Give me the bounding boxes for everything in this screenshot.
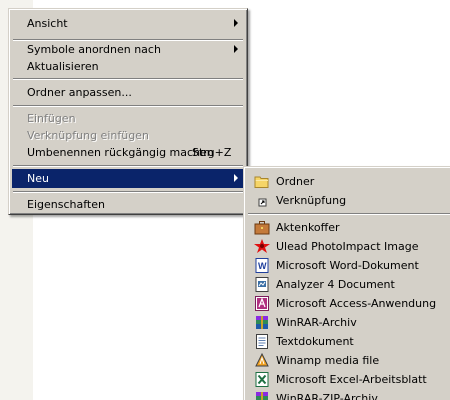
menu-separator — [13, 105, 243, 107]
menu-separator — [13, 78, 243, 80]
briefcase-icon — [254, 221, 270, 235]
folder-icon — [254, 176, 269, 188]
text-document-icon — [256, 334, 268, 349]
svg-text:W: W — [258, 261, 267, 271]
submenu-item-winrar-zip[interactable]: WinRAR-ZIP-Archiv — [247, 389, 450, 400]
menu-item-aktualisieren[interactable]: Aktualisieren — [12, 57, 244, 76]
submenu-item-label: Analyzer 4 Document — [276, 278, 395, 291]
menu-item-label: Symbole anordnen nach — [27, 43, 161, 56]
submenu-item-ordner[interactable]: Ordner — [247, 172, 450, 191]
submenu-item-label: Ordner — [276, 175, 315, 188]
screen: Ansicht Symbole anordnen nach Aktualisie… — [0, 0, 450, 400]
submenu-item-winamp-media[interactable]: Winamp media file — [247, 351, 450, 370]
new-submenu: Ordner Verknüpfung Aktenkoffer Ulead Pho… — [243, 166, 450, 400]
submenu-item-analyzer-document[interactable]: Analyzer 4 Document — [247, 275, 450, 294]
submenu-item-label: Microsoft Word-Dokument — [276, 259, 419, 272]
menu-item-umbenennen-rueckgaengig[interactable]: Umbenennen rückgängig machen Strg+Z — [12, 143, 244, 162]
access-icon — [255, 296, 269, 311]
submenu-item-winrar-archiv[interactable]: WinRAR-Archiv — [247, 313, 450, 332]
menu-item-neu[interactable]: Neu — [12, 169, 244, 188]
menu-item-label: Einfügen — [27, 112, 76, 125]
menu-separator — [13, 165, 243, 167]
submenu-item-label: WinRAR-ZIP-Archiv — [276, 392, 378, 400]
submenu-item-label: Winamp media file — [276, 354, 380, 367]
menu-item-label: Verknüpfung einfügen — [27, 129, 149, 142]
menu-item-eigenschaften[interactable]: Eigenschaften — [12, 195, 244, 214]
submenu-arrow-icon — [234, 19, 238, 27]
menu-item-label: Neu — [27, 172, 49, 185]
shortcut-icon — [258, 198, 267, 207]
menu-item-ansicht[interactable]: Ansicht — [12, 14, 244, 33]
submenu-item-access-anwendung[interactable]: Microsoft Access-Anwendung — [247, 294, 450, 313]
submenu-item-label: Ulead PhotoImpact Image — [276, 240, 419, 253]
submenu-item-label: Aktenkoffer — [276, 221, 340, 234]
submenu-arrow-icon — [234, 45, 238, 53]
submenu-item-ulead-photoimpact[interactable]: Ulead PhotoImpact Image — [247, 237, 450, 256]
submenu-item-excel-arbeitsblatt[interactable]: Microsoft Excel-Arbeitsblatt — [247, 370, 450, 389]
submenu-arrow-icon — [234, 174, 238, 182]
menu-item-label: Ordner anpassen... — [27, 86, 132, 99]
menu-item-label: Eigenschaften — [27, 198, 105, 211]
menu-item-label: Ansicht — [27, 17, 68, 30]
word-document-icon: W — [255, 258, 269, 273]
submenu-item-label: Microsoft Excel-Arbeitsblatt — [276, 373, 427, 386]
submenu-item-label: Microsoft Access-Anwendung — [276, 297, 437, 310]
excel-icon — [255, 372, 269, 387]
submenu-item-aktenkoffer[interactable]: Aktenkoffer — [247, 218, 450, 237]
submenu-item-label: WinRAR-Archiv — [276, 316, 357, 329]
shortcut-text: Strg+Z — [192, 146, 232, 159]
submenu-item-label: Textdokument — [276, 335, 354, 348]
menu-item-label: Aktualisieren — [27, 60, 99, 73]
submenu-item-word-dokument[interactable]: W Microsoft Word-Dokument — [247, 256, 450, 275]
desktop-context-menu: Ansicht Symbole anordnen nach Aktualisie… — [8, 8, 248, 215]
menu-item-ordner-anpassen[interactable]: Ordner anpassen... — [12, 83, 244, 102]
submenu-item-label: Verknüpfung — [276, 194, 347, 207]
analyzer-document-icon — [255, 277, 269, 292]
photoimpact-icon — [254, 239, 270, 253]
menu-separator — [13, 191, 243, 193]
winamp-icon — [255, 353, 269, 367]
submenu-item-verknuepfung[interactable]: Verknüpfung — [247, 191, 450, 210]
menu-item-label: Umbenennen rückgängig machen — [27, 146, 214, 159]
menu-separator — [248, 213, 450, 215]
winrar-zip-icon — [256, 392, 268, 400]
submenu-item-textdokument[interactable]: Textdokument — [247, 332, 450, 351]
winrar-archive-icon — [256, 316, 268, 329]
